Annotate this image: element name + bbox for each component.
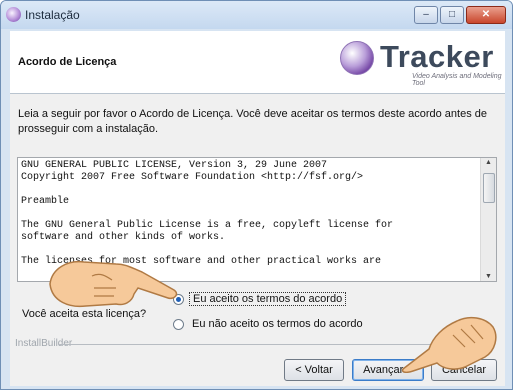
app-icon: [6, 7, 21, 22]
logo-text: Tracker: [380, 39, 494, 74]
radio-decline-label: Eu não aceito os termos do acordo: [192, 318, 363, 330]
license-line: The GNU General Public License is a free…: [21, 220, 394, 231]
minimize-button[interactable]: –: [414, 6, 438, 24]
license-line: [21, 184, 476, 196]
intro-text: Leia a seguir por favor o Acordo de Lice…: [18, 108, 488, 135]
license-line: software and other kinds of works.: [21, 232, 226, 243]
license-line: Copyright 2007 Free Software Foundation …: [21, 172, 364, 183]
maximize-button[interactable]: □: [440, 6, 464, 24]
back-button[interactable]: < Voltar: [284, 359, 344, 381]
window-controls: – □ ✕: [414, 6, 506, 24]
license-text: GNU GENERAL PUBLIC LICENSE, Version 3, 2…: [21, 160, 476, 268]
radio-decline[interactable]: Eu não aceito os termos do acordo: [173, 318, 363, 330]
license-line: [21, 208, 476, 220]
title-bar[interactable]: Instalação – □ ✕: [1, 1, 512, 29]
close-button[interactable]: ✕: [466, 6, 506, 24]
radio-decline-indicator[interactable]: [173, 318, 184, 330]
scroll-up-icon[interactable]: ▲: [485, 159, 492, 166]
radio-accept-label: Eu aceito os termos do acordo: [189, 292, 347, 306]
tracker-logo-icon: [340, 41, 374, 75]
logo-subtitle: Video Analysis and Modeling Tool: [412, 73, 502, 87]
license-line: GNU GENERAL PUBLIC LICENSE, Version 3, 2…: [21, 160, 328, 171]
license-scrollbar[interactable]: ▲ ▼: [480, 158, 496, 281]
license-line: Preamble: [21, 196, 70, 207]
page-header: Acordo de Licença Tracker Video Analysis…: [10, 31, 505, 94]
scroll-down-icon[interactable]: ▼: [485, 273, 492, 280]
section-title: Acordo de Licença: [18, 56, 117, 68]
scroll-thumb[interactable]: [483, 173, 495, 203]
installer-window: Instalação – □ ✕ Acordo de Licença Track…: [0, 0, 513, 390]
radio-accept[interactable]: Eu aceito os termos do acordo: [173, 292, 347, 306]
window-title: Instalação: [25, 8, 80, 22]
pointing-hand-next-icon: [401, 316, 497, 373]
pointing-hand-icon: [49, 260, 178, 308]
